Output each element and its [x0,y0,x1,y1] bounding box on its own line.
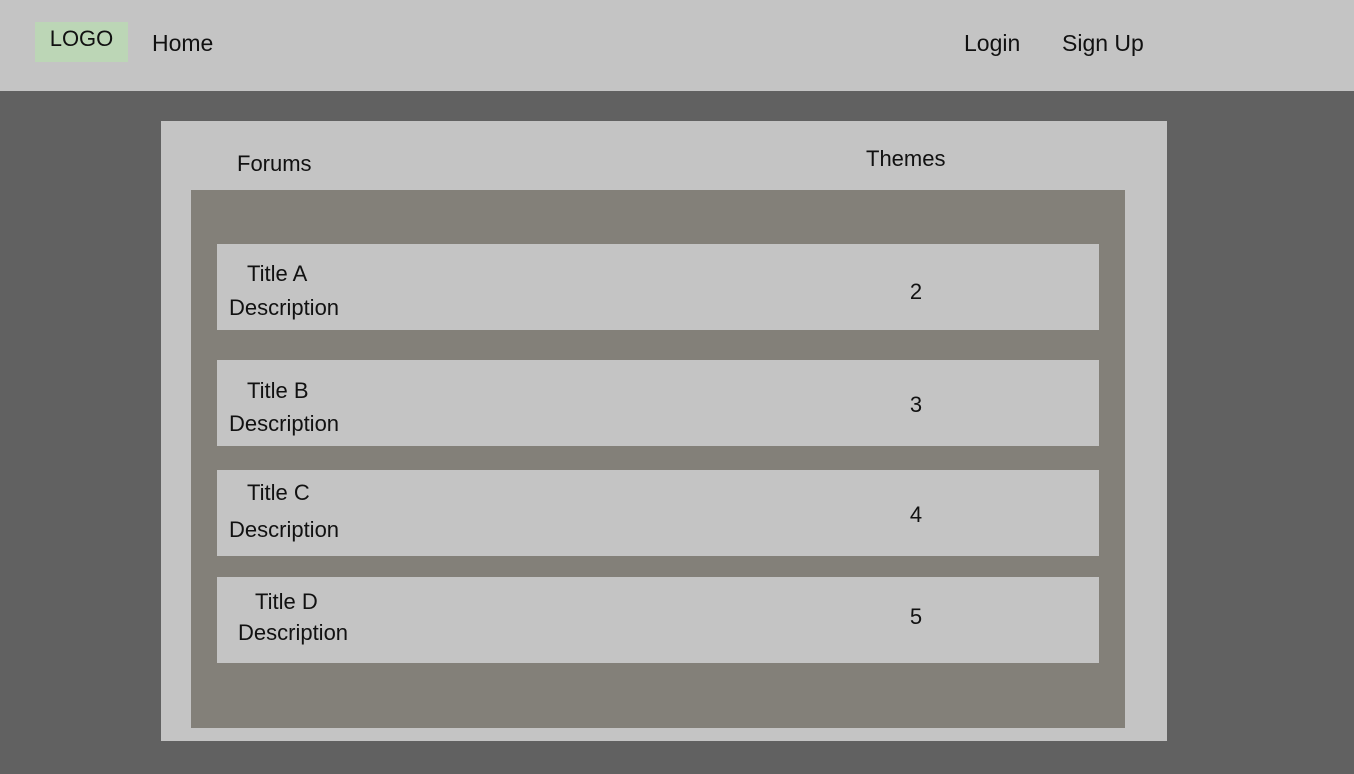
forum-row-b[interactable]: Title B Description 3 [217,360,1099,446]
themes-column-header: Themes [866,146,946,171]
forum-description: Description [229,411,340,436]
forum-title: Title D [255,589,318,614]
forum-description: Description [238,620,349,645]
nav-home-link[interactable]: Home [152,29,213,57]
forum-title: Title A [247,261,308,286]
forums-panel: Forums Themes Title A Description 2 Titl… [161,121,1167,741]
forum-title: Title C [247,480,310,505]
forum-row-c[interactable]: Title C Description 4 [217,470,1099,556]
forums-column-header: Forums [237,151,312,176]
forum-description: Description [229,517,340,542]
top-navigation-bar: LOGO Home Login Sign Up [0,0,1354,91]
logo[interactable]: LOGO [35,22,128,62]
forum-description: Description [229,295,340,320]
nav-signup-link[interactable]: Sign Up [1062,29,1144,57]
forum-theme-count: 3 [909,392,923,417]
forum-theme-count: 4 [909,502,923,527]
forum-title: Title B [247,378,309,403]
forum-theme-count: 2 [909,279,923,304]
nav-login-link[interactable]: Login [964,29,1020,57]
forum-row-d[interactable]: Title D Description 5 [217,577,1099,663]
forum-theme-count: 5 [909,604,923,629]
forum-list: Title A Description 2 Title B Descriptio… [191,190,1125,728]
forum-row-a[interactable]: Title A Description 2 [217,244,1099,330]
